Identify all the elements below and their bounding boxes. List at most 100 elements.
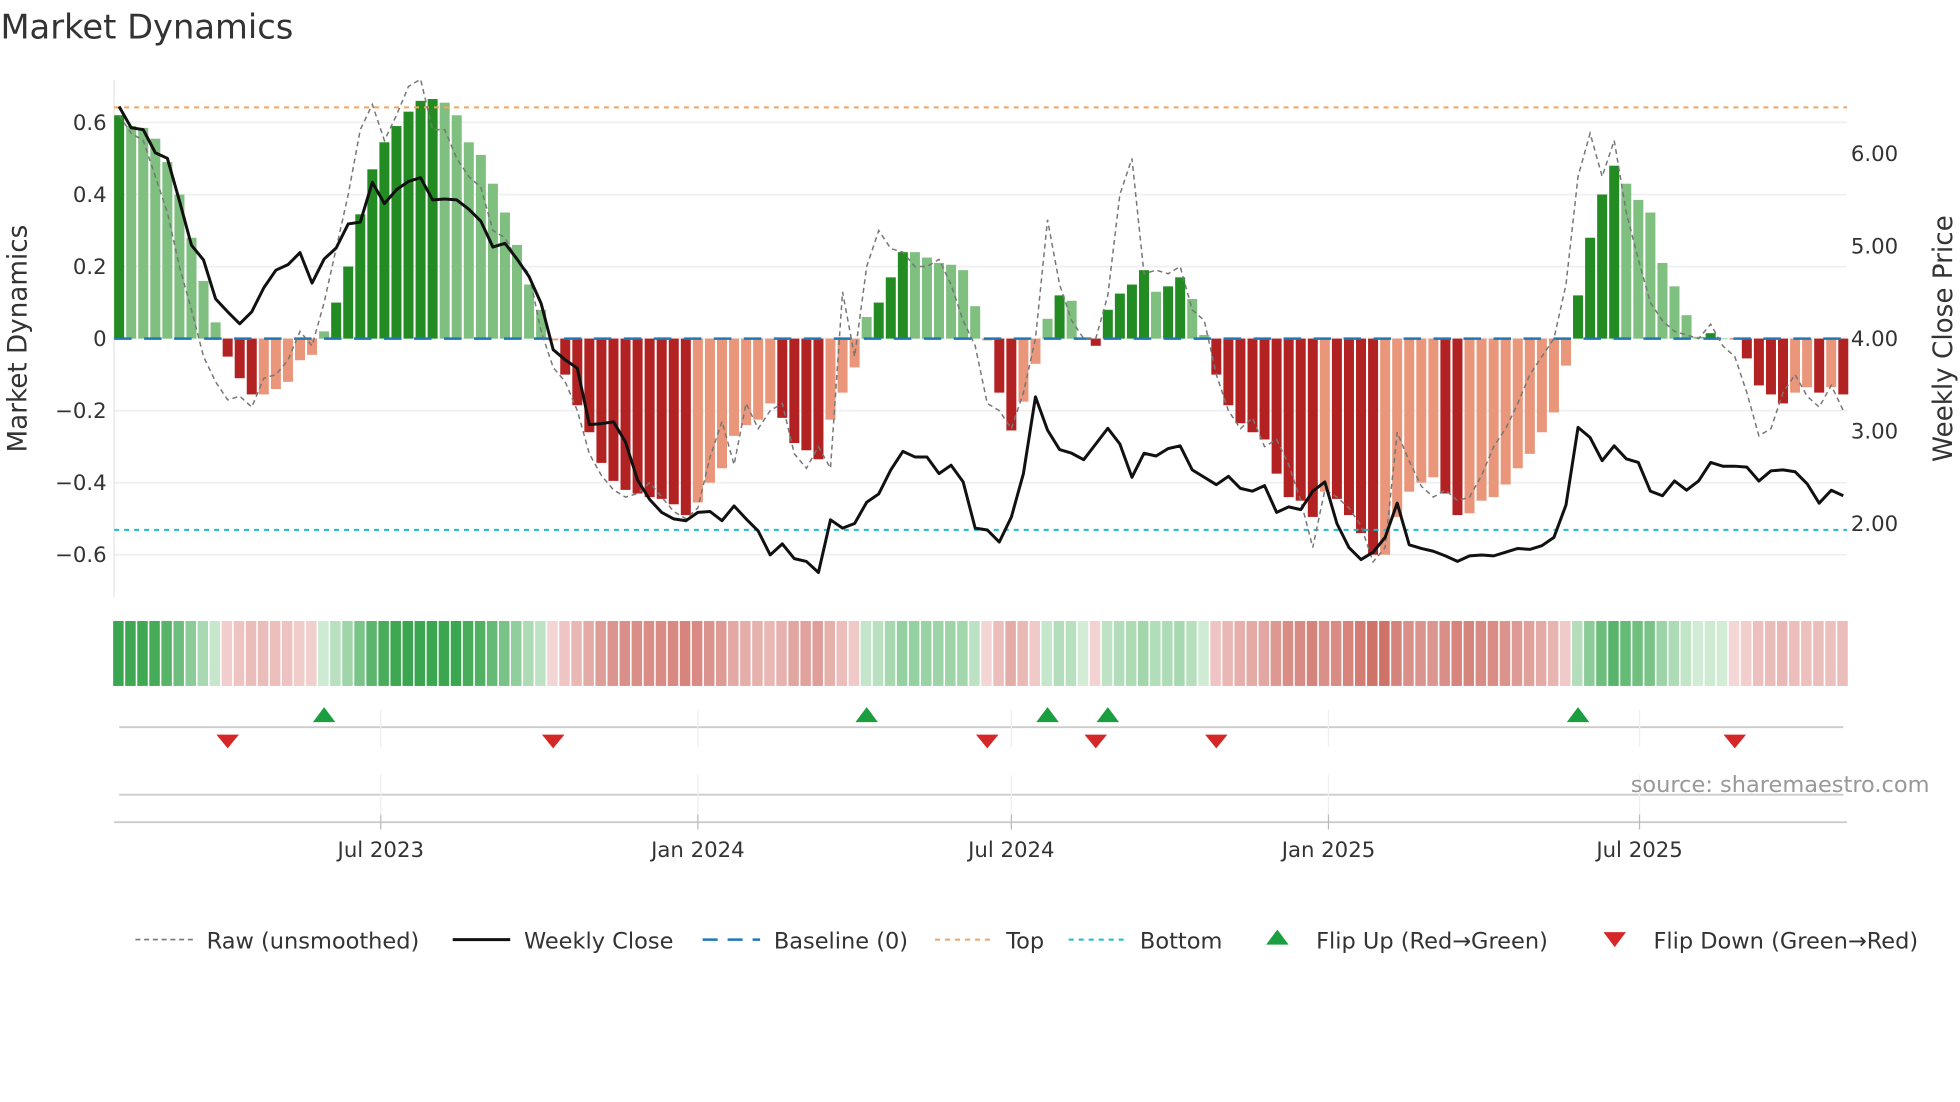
dynamics-bar (958, 270, 969, 339)
heat-strip-cell (1053, 620, 1065, 686)
heat-strip-cell (1487, 620, 1499, 686)
dynamics-bar (138, 127, 149, 339)
dynamics-bar (1042, 318, 1053, 339)
heat-strip-cell (896, 620, 908, 686)
dynamics-bar (909, 252, 920, 339)
dynamics-bar (403, 111, 414, 339)
dynamics-bar (668, 338, 679, 505)
dynamics-bar (1609, 165, 1620, 339)
heat-strip-cell (571, 620, 582, 686)
market-dynamics-chart: Market Dynamics 0.6 0.4 0.2 0 −0.2 −0.4 −0.6 6… (0, 8, 1959, 955)
dynamics-bar (1114, 293, 1125, 339)
dynamics-bar (885, 277, 896, 339)
dynamics-bar (246, 338, 257, 395)
heat-strip-cell (1644, 620, 1655, 686)
heat-strip-cell (619, 620, 631, 686)
heat-strip-cell (1270, 620, 1282, 686)
legend-flip-up-icon (1266, 929, 1289, 945)
heat-strip-cell (547, 620, 558, 686)
heat-strip-cell (1065, 620, 1077, 686)
heat-strip-cell (1403, 620, 1414, 686)
dynamics-bar (620, 338, 631, 490)
heat-strip-cell (1101, 620, 1113, 686)
dynamics-bar (1621, 183, 1632, 339)
heat-strip (113, 620, 1848, 686)
dynamics-bar (1753, 338, 1764, 386)
heat-strip-cell (933, 620, 944, 686)
heat-strip-cell (691, 620, 703, 686)
heat-strip-cell (740, 620, 751, 686)
dynamics-bar (415, 100, 426, 339)
flip-up-marker (1036, 707, 1059, 723)
dynamics-bar (1838, 338, 1849, 395)
heat-strip-cell (1596, 620, 1607, 686)
dynamics-bar (1126, 284, 1137, 339)
heat-strip-cell (607, 620, 618, 686)
y-axis-ticks: 0.6 0.4 0.2 0 −0.2 −0.4 −0.6 (55, 111, 107, 568)
dynamics-bar (1163, 286, 1174, 339)
dynamics-bar (1223, 338, 1234, 406)
dynamics-bar (765, 338, 776, 404)
dynamics-bar (729, 338, 740, 436)
legend-bottom-label: Bottom (1140, 928, 1222, 954)
y2-axis-label: Weekly Close Price (1929, 215, 1959, 462)
dynamics-bar (186, 237, 197, 339)
dynamics-bar (1585, 237, 1596, 339)
dynamics-bar (994, 338, 1005, 393)
heat-strip-cell (523, 620, 534, 686)
heat-strip-cell (1318, 620, 1330, 686)
flip-up-marker (1096, 707, 1120, 723)
dynamics-bar (427, 99, 438, 339)
heat-strip-cell (788, 620, 799, 686)
heat-strip-cell (1523, 620, 1535, 686)
dynamics-bar (1524, 338, 1535, 454)
legend-flip_up-label: Flip Up (Red→Green) (1316, 928, 1548, 954)
heat-strip-cell (1210, 620, 1221, 686)
dynamics-bar (704, 338, 715, 483)
heat-strip-cell (1017, 620, 1028, 686)
heat-strip-cell (1547, 620, 1559, 686)
heat-strip-cell (137, 620, 148, 686)
dynamics-bar (970, 306, 981, 339)
heat-strip-cell (1620, 620, 1631, 686)
heat-strip-cell (728, 620, 739, 686)
heat-strip-cell (1740, 620, 1752, 686)
x-tick-label: Jul 2025 (1594, 838, 1682, 863)
heat-strip-cell (1391, 620, 1402, 686)
dynamics-bar (1416, 338, 1427, 483)
dynamics-bar (475, 154, 486, 339)
heat-strip-cell (595, 620, 606, 686)
flip-down-marker (1084, 734, 1108, 749)
heat-strip-cell (1680, 620, 1692, 686)
dynamics-bar (1319, 338, 1330, 492)
heat-strip-cell (342, 620, 353, 686)
heat-strip-cell (1342, 620, 1354, 686)
heat-strip-cell (1584, 620, 1595, 686)
dynamics-bar (656, 338, 667, 499)
heat-strip-cell (1367, 620, 1378, 686)
flip-down-marker (1723, 734, 1747, 749)
heat-strip-cell (752, 620, 763, 686)
heat-strip-cell (1813, 620, 1824, 686)
dynamics-bar (608, 338, 619, 481)
heat-strip-cell (1632, 620, 1643, 686)
dynamics-bar (873, 302, 884, 339)
legend-raw-label: Raw (unsmoothed) (207, 928, 420, 954)
dynamics-bar (1464, 338, 1475, 514)
x-axis-ticks: Jul 2023 Jan 2024 Jul 2024 Jan 2025 Jul 2025 (336, 709, 1683, 863)
dynamics-bar (1548, 338, 1559, 413)
heat-strip-cell (402, 620, 414, 686)
heat-strip-cell (715, 620, 727, 686)
heat-strip-cell (1355, 620, 1366, 686)
heat-strip-cell (1029, 620, 1040, 686)
dynamics-bar (1488, 338, 1499, 498)
heat-strip-cell (655, 620, 667, 686)
heat-strip-cell (450, 620, 462, 686)
heat-strip-cell (486, 620, 498, 686)
dynamics-bar (1380, 338, 1391, 555)
heat-strip-cell (1728, 620, 1740, 686)
dynamics-bar (934, 262, 945, 339)
dynamics-bar (1102, 309, 1113, 339)
heat-strip-cell (149, 620, 160, 686)
dynamics-bar (1247, 338, 1258, 433)
